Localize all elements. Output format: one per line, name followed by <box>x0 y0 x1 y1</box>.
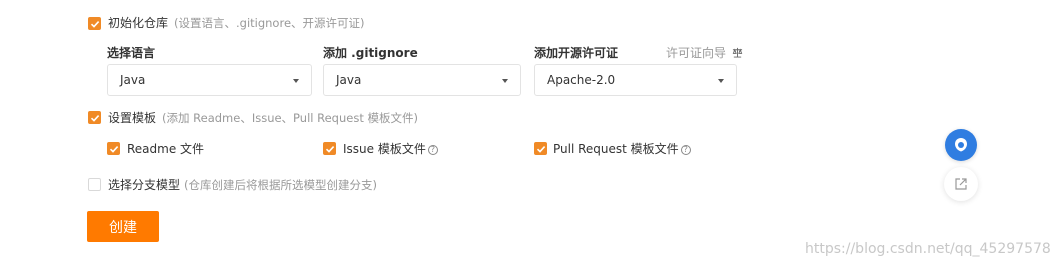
pr-template-label: Pull Request 模板文件? <box>553 141 691 157</box>
template-checkbox[interactable] <box>88 111 101 124</box>
pr-template-text: Pull Request 模板文件 <box>553 142 679 156</box>
chat-icon <box>955 138 967 152</box>
pr-template-checkbox[interactable] <box>534 142 547 155</box>
caret-down-icon <box>502 79 508 83</box>
create-button[interactable]: 创建 <box>87 211 159 242</box>
float-share-button[interactable] <box>944 167 978 201</box>
check-icon <box>536 145 545 153</box>
readme-label: Readme 文件 <box>127 142 205 156</box>
branch-model-checkbox[interactable] <box>88 178 101 191</box>
check-icon <box>109 145 118 153</box>
language-select[interactable]: Java <box>107 64 312 96</box>
init-repo-hint: (设置语言、.gitignore、开源许可证) <box>174 16 365 30</box>
scale-icon <box>732 47 743 58</box>
issue-template-label: Issue 模板文件? <box>343 141 438 157</box>
gitignore-title: 添加 .gitignore <box>323 46 418 60</box>
license-title: 添加开源许可证 <box>534 46 619 60</box>
gitignore-select[interactable]: Java <box>323 64 521 96</box>
license-guide-link[interactable]: 许可证向导 <box>666 45 743 61</box>
caret-down-icon <box>293 79 299 83</box>
language-select-value: Java <box>120 73 146 87</box>
float-chat-button[interactable] <box>945 129 977 161</box>
check-icon <box>325 145 334 153</box>
help-icon[interactable]: ? <box>680 145 691 155</box>
license-select-value: Apache-2.0 <box>547 73 616 87</box>
share-icon <box>955 178 967 190</box>
caret-down-icon <box>718 79 724 83</box>
license-select[interactable]: Apache-2.0 <box>534 64 737 96</box>
license-guide-label: 许可证向导 <box>666 46 727 60</box>
branch-model-hint: (仓库创建后将根据所选模型创建分支) <box>184 178 377 192</box>
init-repo-label: 初始化仓库 <box>108 16 169 30</box>
template-label: 设置模板 <box>108 111 157 125</box>
gitignore-select-value: Java <box>336 73 362 87</box>
language-title: 选择语言 <box>107 46 156 60</box>
issue-template-text: Issue 模板文件 <box>343 142 426 156</box>
check-icon <box>90 20 99 28</box>
init-repo-checkbox[interactable] <box>88 17 101 30</box>
readme-checkbox[interactable] <box>107 142 120 155</box>
branch-model-label: 选择分支模型 <box>108 178 181 192</box>
help-icon[interactable]: ? <box>427 145 438 155</box>
check-icon <box>90 114 99 122</box>
issue-template-checkbox[interactable] <box>323 142 336 155</box>
template-hint: (添加 Readme、Issue、Pull Request 模板文件) <box>162 111 418 125</box>
watermark: https://blog.csdn.net/qq_45297578 <box>805 241 1051 257</box>
